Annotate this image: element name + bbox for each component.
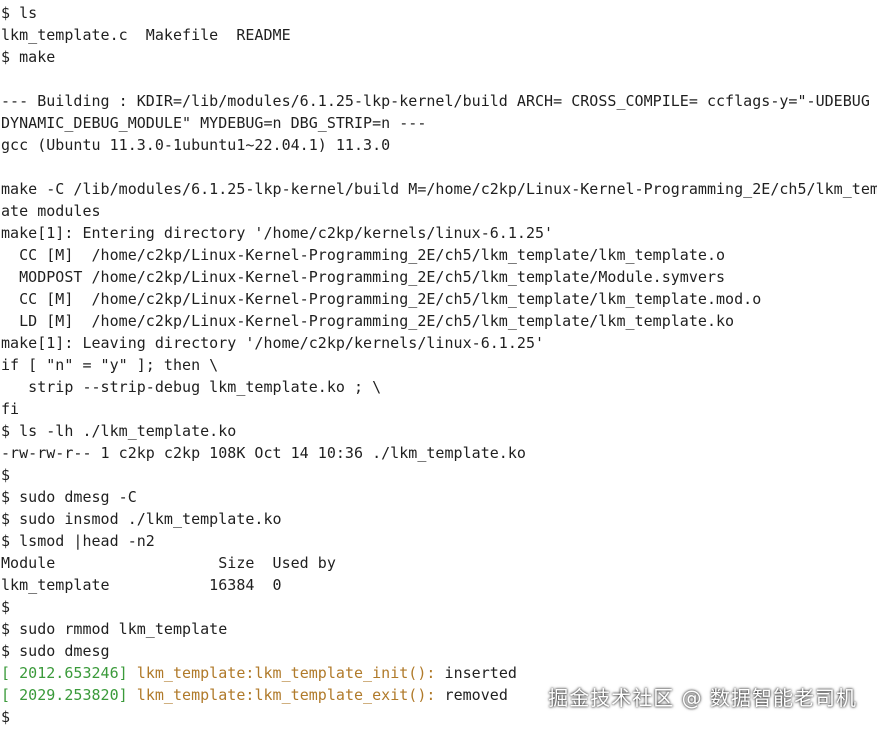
terminal-line: MODPOST /home/c2kp/Linux-Kernel-Programm… (1, 268, 726, 286)
terminal-line: make -C /lib/modules/6.1.25-lkp-kernel/b… (1, 180, 877, 198)
terminal-line: $ (1, 466, 11, 484)
terminal-line: $ sudo rmmod lkm_template (1, 620, 228, 638)
terminal-line: if [ "n" = "y" ]; then \ (1, 356, 219, 374)
terminal-line: $ sudo insmod ./lkm_template.ko (1, 510, 282, 528)
terminal-line: $ ls -lh ./lkm_template.ko (1, 422, 237, 440)
terminal-line: ate modules (1, 202, 101, 220)
terminal-line: lkm_template 16384 0 (1, 576, 282, 594)
dmesg-message: removed (444, 686, 508, 704)
dmesg-message: inserted (444, 664, 517, 682)
dmesg-timestamp: [ 2029.253820] (1, 686, 128, 704)
terminal-line: CC [M] /home/c2kp/Linux-Kernel-Programmi… (1, 246, 726, 264)
watermark: 掘金技术社区 @ 数据智能老司机 (548, 686, 857, 710)
terminal-line: DYNAMIC_DEBUG_MODULE" MYDEBUG=n DBG_STRI… (1, 114, 427, 132)
terminal-line: $ sudo dmesg -C (1, 488, 137, 506)
terminal-line: make[1]: Leaving directory '/home/c2kp/k… (1, 334, 545, 352)
terminal-line: -rw-rw-r-- 1 c2kp c2kp 108K Oct 14 10:36… (1, 444, 526, 462)
terminal-line: --- Building : KDIR=/lib/modules/6.1.25-… (1, 92, 877, 110)
terminal-line: lkm_template.c Makefile README (1, 26, 291, 44)
terminal-line: CC [M] /home/c2kp/Linux-Kernel-Programmi… (1, 290, 762, 308)
terminal-line: $ make (1, 48, 56, 66)
terminal-line: $ (1, 598, 11, 616)
terminal-line: $ ls (1, 4, 38, 22)
dmesg-line: [ 2012.653246] lkm_template:lkm_template… (1, 662, 517, 684)
dmesg-function: lkm_template:lkm_template_exit(): (136, 686, 436, 704)
terminal-line: fi (1, 400, 20, 418)
terminal-window[interactable]: $ ls lkm_template.c Makefile README $ ma… (0, 0, 877, 732)
terminal-prompt[interactable]: $ (1, 706, 10, 728)
terminal-line: strip --strip-debug lkm_template.ko ; \ (1, 378, 382, 396)
terminal-line: make[1]: Entering directory '/home/c2kp/… (1, 224, 554, 242)
dmesg-function: lkm_template:lkm_template_init(): (136, 664, 436, 682)
terminal-line: gcc (Ubuntu 11.3.0-1ubuntu1~22.04.1) 11.… (1, 136, 391, 154)
terminal-line: Module Size Used by (1, 554, 336, 572)
terminal-line: $ sudo dmesg (1, 642, 110, 660)
dmesg-line: [ 2029.253820] lkm_template:lkm_template… (1, 684, 508, 706)
dmesg-timestamp: [ 2012.653246] (1, 664, 128, 682)
terminal-line: LD [M] /home/c2kp/Linux-Kernel-Programmi… (1, 312, 735, 330)
terminal-line: $ lsmod |head -n2 (1, 532, 155, 550)
